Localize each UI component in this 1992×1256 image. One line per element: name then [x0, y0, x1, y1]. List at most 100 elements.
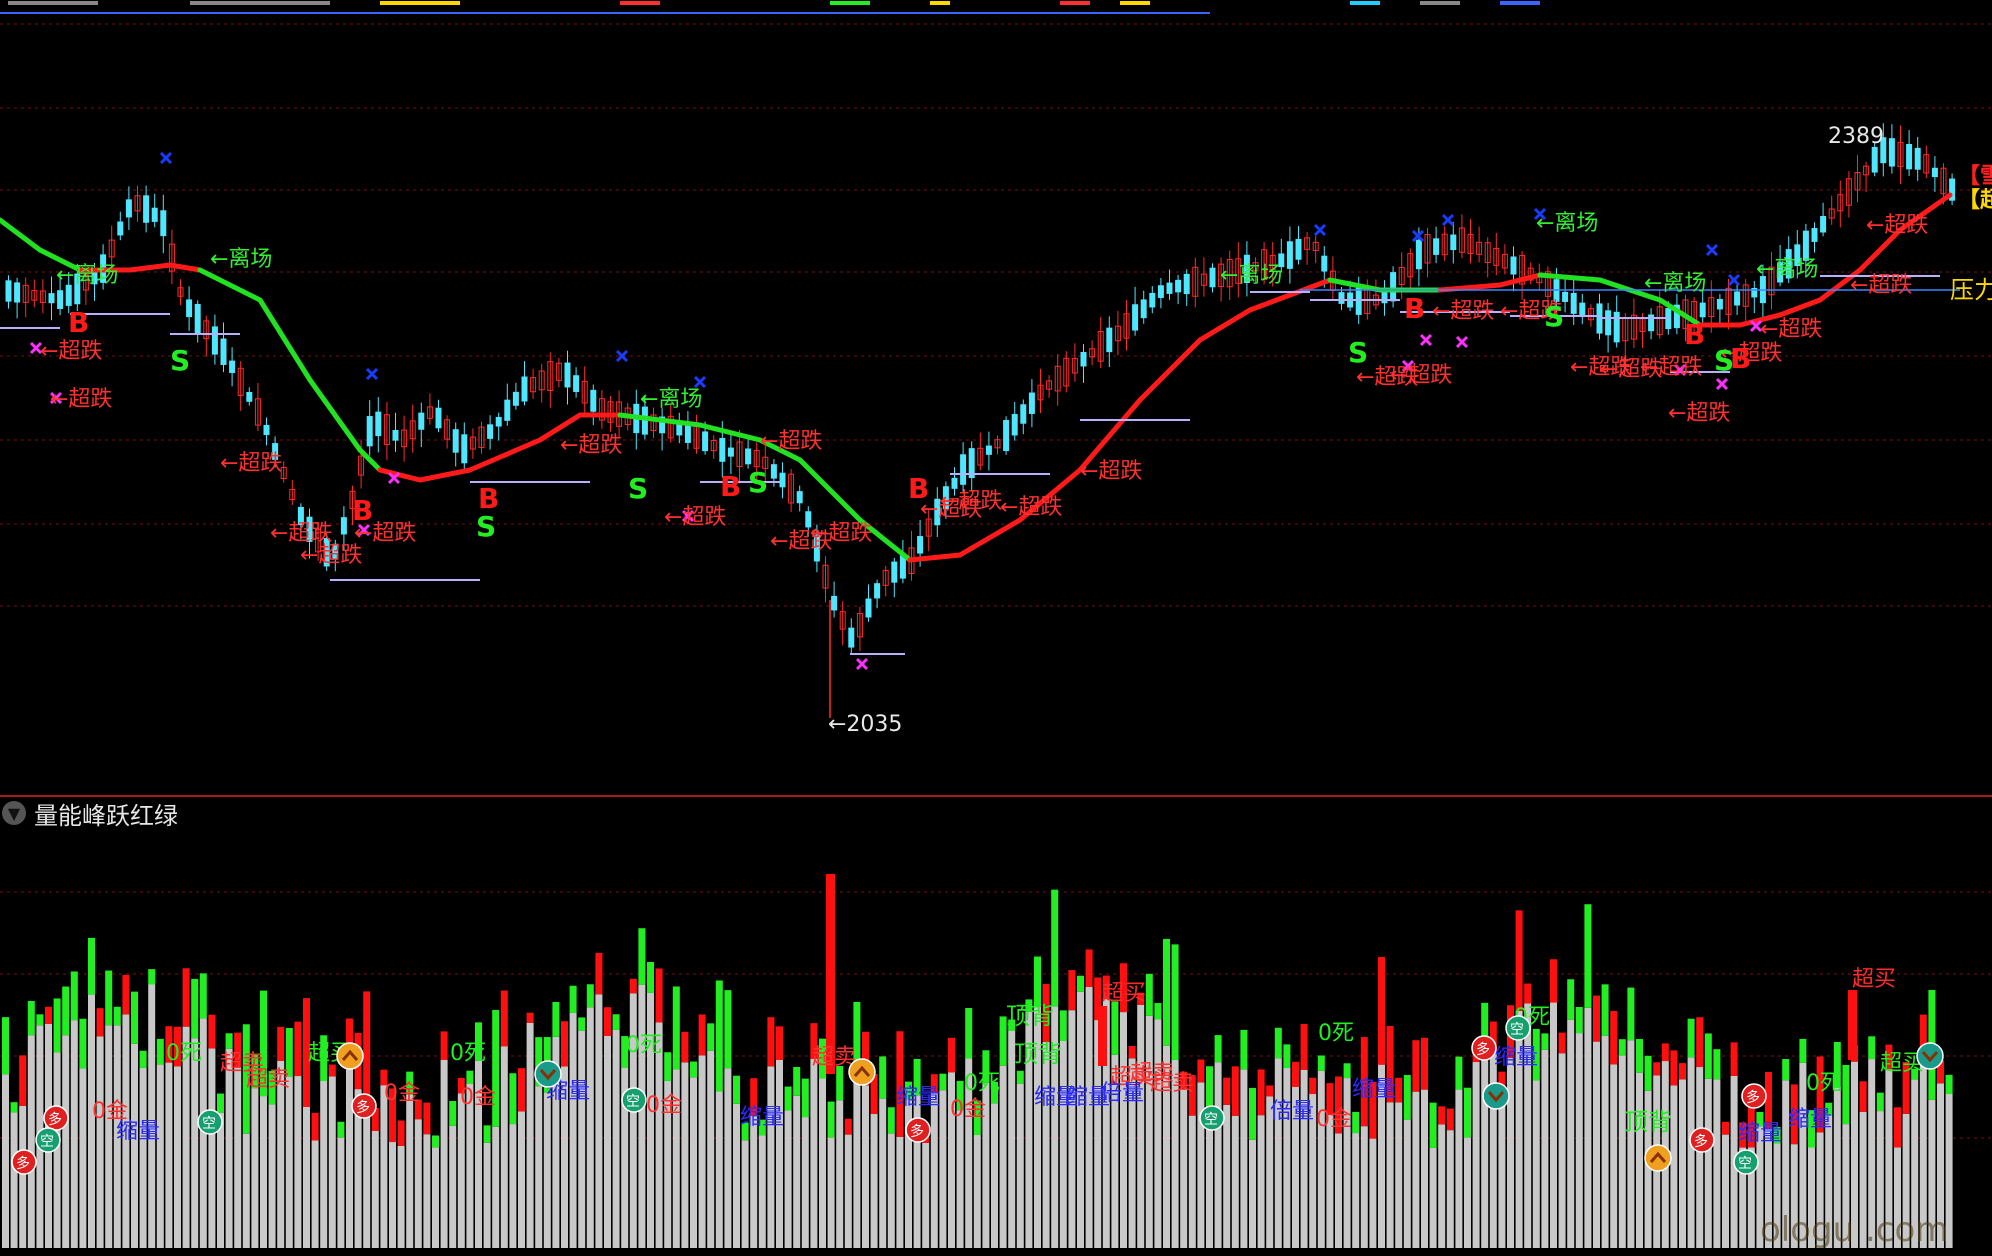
volume-excess-down [36, 1014, 44, 1026]
trend-segment-up [1247, 292, 1293, 313]
overbought-label: 超买 [1852, 967, 1896, 992]
candle-down [1166, 282, 1173, 294]
up-arrow-icon [336, 1042, 364, 1070]
volume-bar [191, 1038, 199, 1248]
volume-excess-down [79, 1018, 87, 1069]
volume-bar [1575, 1033, 1583, 1248]
price-grid [0, 23, 1992, 1139]
volume-excess-down [1077, 975, 1084, 992]
indicator-title: 量能峰跃红绿 [34, 801, 178, 830]
volume-bar [922, 1142, 930, 1248]
volume-excess-up [844, 1118, 852, 1135]
overfall-signal: ←超跌 [940, 489, 1002, 514]
volume-excess-up [526, 1012, 534, 1023]
zero-death-label: 0死 [166, 1041, 202, 1066]
volume-excess-down [509, 1073, 517, 1125]
candle-down [831, 595, 838, 611]
volume-bar [328, 1076, 336, 1248]
volume-excess-up [1378, 956, 1385, 1065]
volume-bar [1455, 1089, 1463, 1248]
volume-excess-down [1601, 984, 1609, 1036]
volume-excess-up [363, 991, 371, 1099]
x-marker [855, 657, 869, 671]
volume-bar [758, 1135, 766, 1248]
volume-bar [217, 1112, 224, 1248]
candle-down [1820, 216, 1827, 233]
volume-bar [1395, 1102, 1403, 1248]
short-marker-icon-text: 空 [626, 1094, 640, 1110]
volume-excess-down [1051, 889, 1059, 1007]
down-arrow-icon [1916, 1042, 1944, 1070]
long-marker-icon-text: 多 [1694, 1133, 1708, 1150]
stock-chart-canvas[interactable]: ←超跌←超跌←超跌←超跌←超跌←超跌←超跌←超跌←超跌←超跌←超跌←超跌←超跌←… [0, 0, 1992, 1256]
candle-down [57, 290, 64, 309]
candle-down [1931, 167, 1938, 178]
volume-excess-down [1541, 1033, 1549, 1050]
overfall-signal: ←超跌 [560, 433, 622, 458]
resistance-label: 压力 [1950, 276, 1992, 304]
leave-signal: ←离场 [640, 387, 702, 412]
volume-bar [681, 1062, 689, 1248]
candle-down [727, 447, 734, 457]
zero-death-label: 0死 [964, 1071, 1000, 1096]
overfall-signal: ←超跌 [760, 429, 822, 454]
x-marker [1313, 223, 1327, 237]
candle-down [1011, 414, 1018, 436]
trend-segment-down [257, 297, 313, 383]
period-high-label: 2389 [1828, 124, 1884, 149]
volume-excess-down [1034, 956, 1041, 1007]
candle-down [891, 561, 898, 583]
volume-bar [776, 1059, 783, 1248]
volume-bar [139, 1067, 147, 1248]
volume-bar [1722, 1134, 1729, 1248]
volume-excess-down [715, 980, 723, 1092]
volume-excess-up [423, 1102, 431, 1135]
volume-bar [819, 1078, 826, 1248]
volume-bar [1550, 1002, 1557, 1248]
volume-excess-down [1429, 1102, 1437, 1148]
volume-excess-down [1584, 904, 1592, 1008]
candle-down [392, 430, 399, 441]
candle-down [1914, 147, 1921, 170]
candle-down [1415, 239, 1422, 270]
long-marker-icon-text: 多 [356, 1099, 370, 1116]
volume-bar [1180, 1089, 1188, 1248]
candle-down [1338, 292, 1345, 304]
volume-bar [741, 1140, 749, 1248]
volume-excess-down [586, 984, 594, 1008]
candle-down [1209, 267, 1216, 288]
volume-bar [1601, 1035, 1609, 1248]
double-volume-label: 倍量 [1270, 1099, 1314, 1124]
volume-excess-down [1352, 1111, 1360, 1134]
candle-down [125, 199, 132, 218]
volume-excess-up [397, 1120, 405, 1146]
volume-excess-down [1945, 1074, 1953, 1094]
volume-bar [1532, 1080, 1540, 1248]
sell-signal: S [476, 510, 496, 543]
down-arrow-icon [1482, 1082, 1510, 1110]
candle-down [14, 282, 21, 303]
volume-bar [595, 994, 603, 1248]
volume-excess-down [733, 1075, 740, 1104]
volume-excess-down [879, 1056, 887, 1099]
volume-bar [827, 1137, 835, 1248]
candle-down [796, 491, 803, 504]
volume-excess-down [836, 1065, 844, 1101]
volume-bar [1412, 1091, 1420, 1248]
volume-excess-up [122, 974, 130, 1015]
volume-excess-down [1111, 1001, 1119, 1055]
candle-down [917, 536, 924, 554]
candle-down [719, 438, 726, 462]
trend-segment-up [127, 262, 173, 273]
volume-excess-down [664, 1052, 672, 1081]
chevron-down-icon[interactable]: ▼ [2, 801, 26, 825]
overfall-signal: ←超跌 [1080, 459, 1142, 484]
volume-bar [1636, 1072, 1643, 1248]
volume-excess-up [776, 1026, 783, 1060]
x-marker [1715, 377, 1729, 391]
volume-excess-down [1618, 1039, 1626, 1056]
volume-excess-up [1524, 983, 1532, 1004]
volume-excess-up [1661, 1043, 1669, 1062]
volume-bar [1145, 1015, 1153, 1248]
volume-bar [1541, 1049, 1549, 1248]
